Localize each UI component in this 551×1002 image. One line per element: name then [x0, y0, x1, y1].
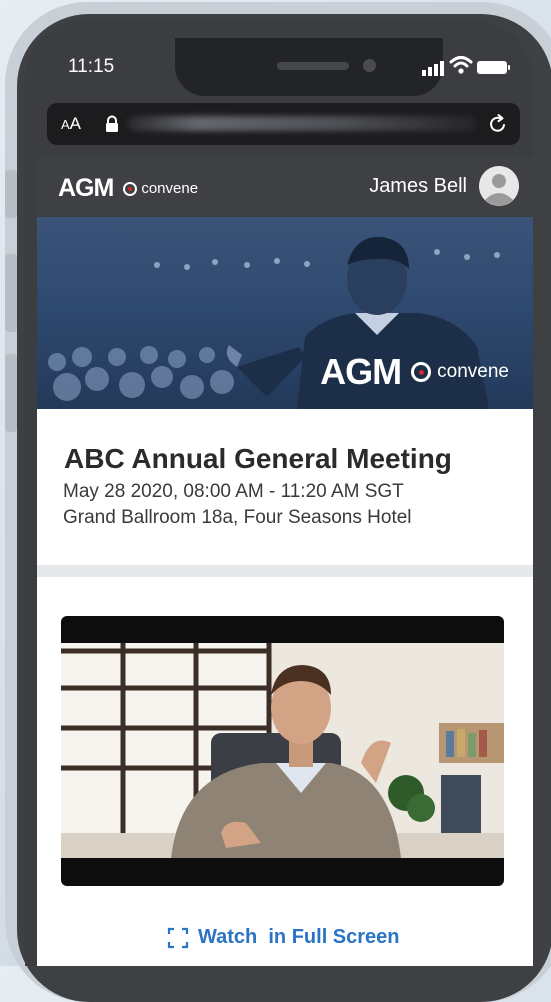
notch	[175, 38, 443, 96]
reload-icon[interactable]	[487, 113, 509, 135]
cellular-signal-icon	[422, 60, 444, 76]
speaker-grille	[277, 62, 349, 70]
watch-full-screen-link[interactable]: Watch in Full Screen	[167, 926, 400, 949]
battery-icon	[477, 61, 510, 74]
user-name[interactable]: James Bell	[369, 175, 467, 198]
meeting-content: ABC Annual General Meeting May 28 2020, …	[37, 409, 533, 966]
banner-logo-agm-text: AGM	[320, 351, 402, 392]
meeting-location: Grand Ballroom 18a, Four Seasons Hotel	[63, 507, 412, 528]
app-header: AGM convene James Bell	[37, 157, 533, 217]
meeting-datetime: May 28 2020, 08:00 AM - 11:20 AM SGT	[63, 481, 404, 502]
logo-agm-text: AGM	[58, 174, 114, 202]
phone-screen: 11:15 AA AGM convene James Bell AGM conv…	[25, 20, 533, 966]
section-divider	[37, 565, 533, 577]
url-text-blurred[interactable]	[127, 116, 477, 131]
lock-icon	[106, 115, 118, 132]
meeting-title: ABC Annual General Meeting	[64, 443, 452, 474]
wifi-icon	[449, 56, 473, 74]
video-player[interactable]	[61, 616, 504, 886]
event-banner: AGM convene	[37, 217, 533, 409]
text-size-button[interactable]: AA	[61, 114, 81, 134]
status-time: 11:15	[68, 56, 115, 77]
volume-up-button	[5, 254, 17, 332]
video-frame[interactable]	[61, 643, 504, 858]
video-presenter-illustration	[61, 643, 504, 858]
front-camera	[363, 59, 376, 72]
watch-full-screen-label: Watch in Full Screen	[198, 926, 400, 948]
banner-logo: AGM convene	[320, 351, 509, 393]
banner-logo-brand-text: convene	[437, 361, 509, 382]
logo-brand-text: convene	[141, 180, 199, 197]
silent-switch	[5, 170, 17, 218]
user-avatar-icon[interactable]	[479, 166, 519, 206]
convene-mark-icon	[123, 181, 138, 196]
fullscreen-icon	[167, 927, 189, 948]
agm-convene-logo[interactable]: AGM convene	[58, 174, 198, 203]
banner-convene-mark-icon	[411, 362, 432, 382]
browser-address-bar[interactable]: AA	[47, 103, 520, 145]
volume-down-button	[5, 354, 17, 432]
